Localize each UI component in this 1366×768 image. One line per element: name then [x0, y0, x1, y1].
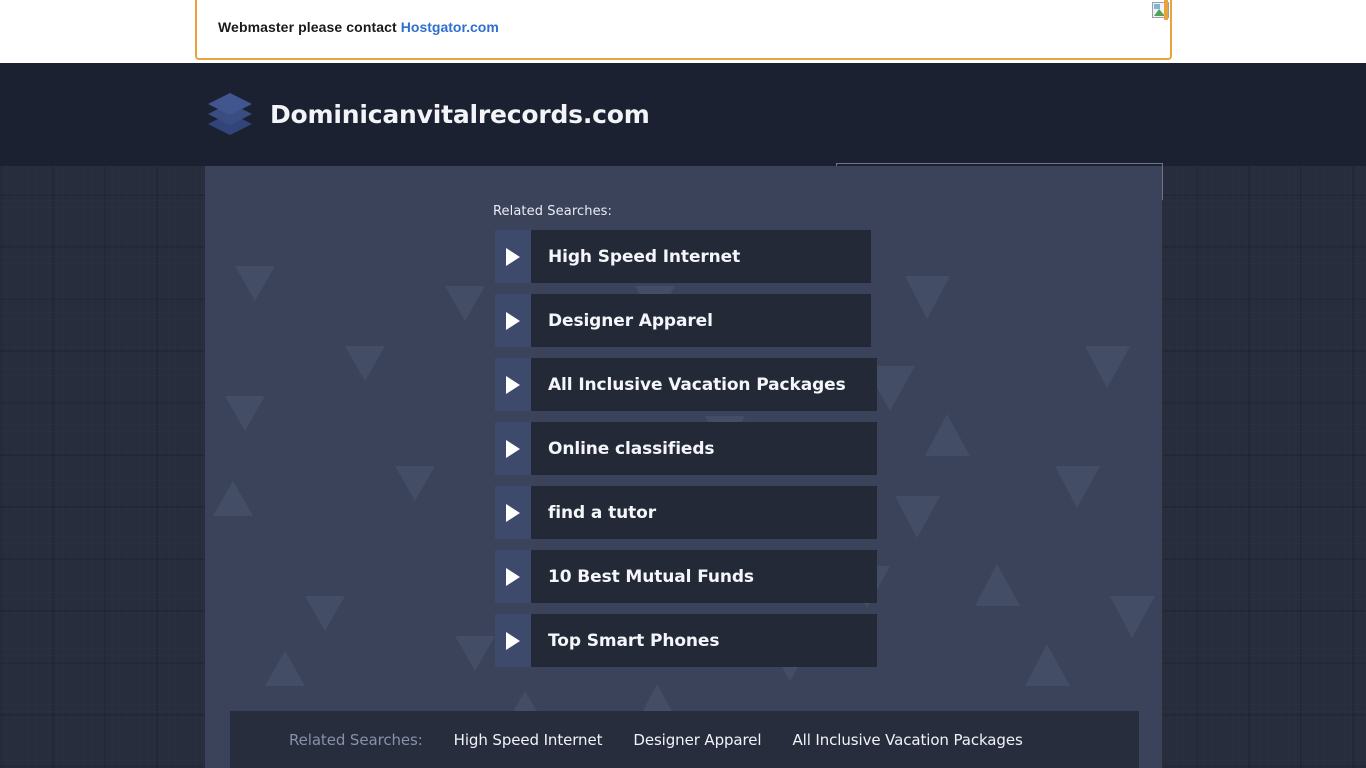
brand-logo-link[interactable]: Dominicanvitalrecords.com	[205, 89, 650, 139]
list-item[interactable]: High Speed Internet	[495, 230, 871, 283]
list-item-label: High Speed Internet	[548, 246, 741, 267]
hostgator-link[interactable]: Hostgator.com	[401, 19, 499, 35]
webmaster-notice-bar: Webmaster please contact Hostgator.com	[0, 0, 1366, 63]
play-triangle-icon	[495, 230, 531, 283]
site-header: Dominicanvitalrecords.com	[0, 63, 1366, 200]
list-item-body: Top Smart Phones	[531, 614, 877, 667]
list-item[interactable]: 10 Best Mutual Funds	[495, 550, 877, 603]
list-item-label: Top Smart Phones	[548, 630, 720, 651]
list-item-body: Online classifieds	[531, 422, 877, 475]
list-item-label: Online classifieds	[548, 438, 715, 459]
play-triangle-icon	[495, 486, 531, 539]
list-item-body: Designer Apparel	[531, 294, 871, 347]
related-searches-list: High Speed Internet Designer Apparel All…	[495, 230, 877, 678]
main-panel: Related Searches: High Speed Internet De…	[205, 166, 1162, 768]
list-item-label: 10 Best Mutual Funds	[548, 566, 754, 587]
footer-link[interactable]: High Speed Internet	[454, 731, 603, 749]
footer-link[interactable]: All Inclusive Vacation Packages	[792, 731, 1022, 749]
broken-image-icon	[1152, 0, 1172, 22]
list-item-body: 10 Best Mutual Funds	[531, 550, 877, 603]
footer-link[interactable]: Designer Apparel	[633, 731, 761, 749]
stacked-layers-icon	[205, 89, 255, 139]
play-triangle-icon	[495, 550, 531, 603]
list-item-body: All Inclusive Vacation Packages	[531, 358, 877, 411]
list-item-label: Designer Apparel	[548, 310, 713, 331]
webmaster-notice-box: Webmaster please contact Hostgator.com	[195, 0, 1172, 60]
play-triangle-icon	[495, 294, 531, 347]
site-title: Dominicanvitalrecords.com	[270, 99, 650, 129]
list-item[interactable]: Online classifieds	[495, 422, 877, 475]
list-item-body: find a tutor	[531, 486, 877, 539]
play-triangle-icon	[495, 358, 531, 411]
broken-image-tear	[1164, 0, 1168, 20]
list-item[interactable]: Designer Apparel	[495, 294, 871, 347]
footer-related-searches: Related Searches: High Speed Internet De…	[230, 711, 1139, 768]
list-item[interactable]: find a tutor	[495, 486, 877, 539]
play-triangle-icon	[495, 614, 531, 667]
list-item[interactable]: Top Smart Phones	[495, 614, 877, 667]
list-item-label: All Inclusive Vacation Packages	[548, 374, 846, 395]
list-item[interactable]: All Inclusive Vacation Packages	[495, 358, 877, 411]
play-triangle-icon	[495, 422, 531, 475]
related-searches-label: Related Searches:	[493, 204, 613, 219]
notice-text: Webmaster please contact	[218, 19, 397, 35]
footer-label: Related Searches:	[289, 730, 423, 749]
list-item-label: find a tutor	[548, 502, 657, 523]
list-item-body: High Speed Internet	[531, 230, 871, 283]
